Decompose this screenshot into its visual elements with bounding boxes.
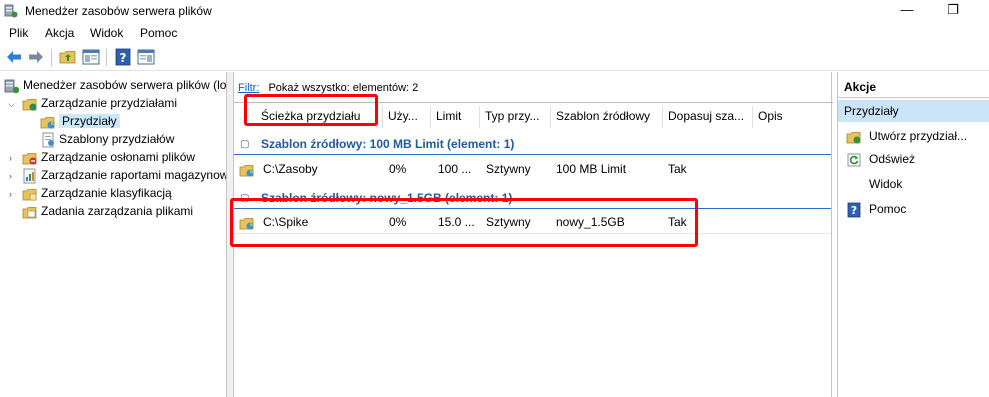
file-server-icon — [4, 4, 18, 18]
minimize-button[interactable]: — — [884, 0, 930, 22]
tree-label: Zadania zarządzania plikami — [41, 204, 194, 218]
cell-description — [758, 212, 828, 232]
menu-file[interactable]: Plik — [9, 26, 28, 40]
tree-item-storage-reports[interactable]: Zarządzanie raportami magazynow — [22, 166, 227, 184]
action-view[interactable]: Widok — [846, 175, 902, 193]
column-header-description[interactable]: Opis — [752, 106, 831, 128]
annotation-highlight-row — [230, 198, 698, 247]
quota-folder-icon — [40, 116, 55, 129]
tree-item-classification[interactable]: Zarządzanie klasyfikacją — [22, 184, 172, 202]
action-label: Odśwież — [869, 152, 916, 166]
cell-description — [758, 159, 828, 179]
quota-list: Ścieżka przydziału Uży... Limit Typ przy… — [234, 102, 833, 397]
tree-label: Zarządzanie klasyfikacją — [41, 186, 172, 200]
help-icon[interactable]: ? — [113, 48, 133, 66]
cell-quota-type: Sztywny — [486, 162, 531, 176]
view-icon — [846, 177, 862, 193]
action-create-quota[interactable]: Utwórz przydział... — [846, 127, 967, 145]
column-header-used[interactable]: Uży... — [382, 106, 430, 128]
cell-limit: 100 ... — [438, 162, 472, 176]
classification-icon — [22, 188, 37, 201]
window-title: Menedżer zasobów serwera plików — [25, 4, 212, 18]
tree-label: Zarządzanie przydziałami — [41, 96, 178, 110]
tree-item-file-management-tasks[interactable]: Zadania zarządzania plikami — [22, 202, 193, 220]
up-folder-icon[interactable] — [58, 48, 78, 66]
tree-label: Menedżer zasobów serwera plików (lo — [23, 78, 227, 92]
cell-used: 0% — [389, 162, 407, 176]
annotation-highlight-header — [244, 94, 378, 126]
tree-label: Zarządzanie osłonami plików — [41, 150, 196, 164]
chevron-right-icon[interactable]: › — [9, 171, 12, 181]
action-label: Pomoc — [869, 202, 907, 216]
file-server-icon — [4, 79, 20, 94]
tree-item-quota-templates[interactable]: Szablony przydziałów — [40, 130, 174, 148]
group-divider — [234, 154, 831, 155]
table-row[interactable]: C:\Zasoby 0% 100 ... Sztywny 100 MB Limi… — [234, 159, 831, 181]
tree-item-quota-management[interactable]: Zarządzanie przydziałami — [22, 94, 177, 112]
chevron-right-icon[interactable]: › — [9, 189, 12, 199]
toolbar: ? — [0, 44, 989, 71]
tree-item-quotas[interactable]: Przydziały — [40, 112, 120, 130]
chevron-right-icon[interactable]: › — [9, 153, 12, 163]
filter-link[interactable]: Filtr: — [238, 82, 259, 94]
tree-label: Przydziały — [59, 114, 120, 128]
filter-value: Pokaż wszystko: elementów: 2 — [268, 82, 419, 94]
group-header[interactable]: Szablon źródłowy: 100 MB Limit (element:… — [261, 137, 514, 151]
actions-section-quotas[interactable]: Przydziały — [838, 100, 989, 122]
actions-header: Akcje — [838, 77, 989, 98]
show-hide-action-pane-icon[interactable] — [136, 48, 156, 66]
action-label: Widok — [869, 177, 903, 191]
column-header-limit[interactable]: Limit — [430, 106, 479, 128]
task-folder-icon — [22, 206, 37, 219]
cell-source-template: 100 MB Limit — [556, 162, 627, 176]
column-header-source-template[interactable]: Szablon źródłowy — [550, 106, 662, 128]
title-bar: Menedżer zasobów serwera plików — ❐ — [0, 0, 989, 22]
report-icon — [23, 168, 36, 184]
console-tree: Menedżer zasobów serwera plików (lo ⌵ Za… — [0, 72, 227, 397]
tree-item-root[interactable]: Menedżer zasobów serwera plików (lo — [4, 76, 226, 94]
toolbar-separator — [51, 49, 52, 66]
chevron-down-icon[interactable]: ⌵ — [8, 99, 15, 110]
svg-text:?: ? — [851, 204, 857, 217]
cell-match-template: Tak — [668, 162, 687, 176]
cell-quota-path: C:\Zasoby — [263, 162, 318, 176]
back-icon[interactable] — [4, 48, 24, 66]
action-help[interactable]: ? Pomoc — [846, 200, 906, 218]
help-icon: ? — [847, 202, 861, 218]
quota-folder-icon — [239, 165, 254, 177]
column-header-match-template[interactable]: Dopasuj sza... — [662, 106, 752, 128]
actions-pane: Akcje Przydziały Utwórz przydział... Odś… — [837, 72, 989, 397]
filter-bar: Filtr: Pokaż wszystko: elementów: 2 — [238, 82, 418, 94]
quota-management-icon — [22, 98, 37, 111]
collapse-group-icon[interactable]: ▢ — [240, 139, 249, 150]
svg-text:?: ? — [120, 51, 127, 65]
restore-button[interactable]: ❐ — [930, 0, 976, 22]
tree-label: Zarządzanie raportami magazynow — [41, 168, 227, 182]
column-header-quota-type[interactable]: Typ przy... — [479, 106, 550, 128]
toolbar-separator — [106, 49, 107, 66]
tree-item-file-screening[interactable]: Zarządzanie osłonami plików — [22, 148, 195, 166]
quota-template-icon — [42, 132, 54, 148]
refresh-icon — [847, 153, 861, 167]
file-screen-icon — [22, 152, 37, 165]
menu-action[interactable]: Akcja — [45, 26, 74, 40]
tree-label: Szablony przydziałów — [59, 132, 175, 146]
action-label: Utwórz przydział... — [869, 129, 968, 143]
show-hide-console-tree-icon[interactable] — [81, 48, 101, 66]
menu-view[interactable]: Widok — [90, 26, 123, 40]
menu-bar: Plik Akcja Widok Pomoc — [0, 22, 989, 43]
menu-help[interactable]: Pomoc — [140, 26, 177, 40]
create-quota-icon — [846, 131, 861, 144]
forward-icon[interactable] — [26, 48, 46, 66]
action-refresh[interactable]: Odśwież — [846, 150, 915, 168]
